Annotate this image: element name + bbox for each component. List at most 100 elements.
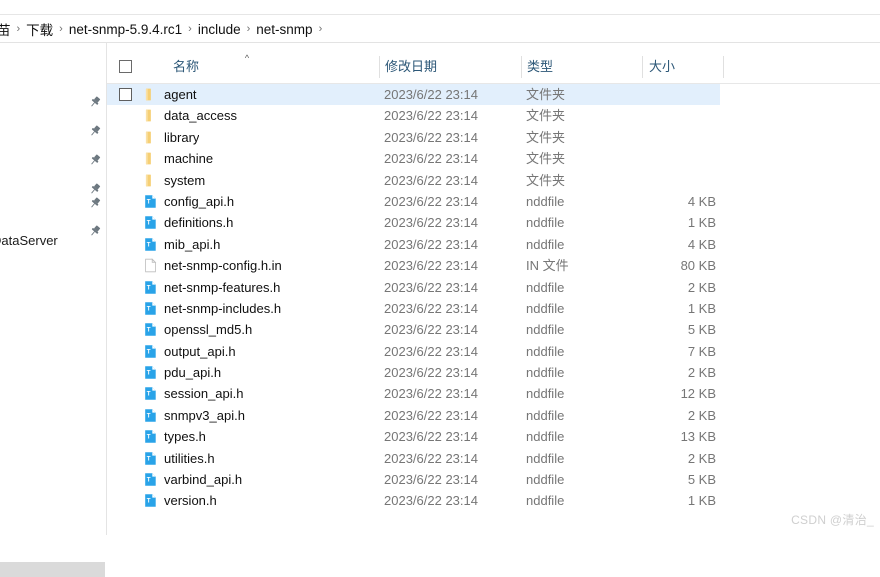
column-header-size[interactable]: 大小 xyxy=(649,51,675,83)
cell-size: 4 KB xyxy=(687,236,716,252)
address-bar-top-divider xyxy=(0,14,880,15)
table-row[interactable]: Tsession_api.h 2023/6/22 23:14 nddfile 12 K… xyxy=(107,383,720,404)
cell-size: 2 KB xyxy=(687,450,716,466)
breadcrumb[interactable]: 苗 › 下载 › net-snmp-5.9.4.rc1 › include › net-snmp… xyxy=(0,16,880,42)
cell-file-name: definitions.h xyxy=(164,215,234,231)
table-row[interactable]: machine 2023/6/22 23:14 文件夹 xyxy=(107,148,720,169)
table-row[interactable]: Ttypes.h 2023/6/22 23:14 nddfile 13 KB xyxy=(107,426,720,447)
cell-file-name: net-snmp-includes.h xyxy=(164,300,282,316)
cell-date-modified: 2023/6/22 23:14 xyxy=(384,429,478,445)
column-header-name[interactable]: 名称 xyxy=(173,51,199,83)
cell-date-modified: 2023/6/22 23:14 xyxy=(384,151,478,167)
cell-type: 文件夹 xyxy=(526,129,566,145)
table-row[interactable]: system 2023/6/22 23:14 文件夹 xyxy=(107,170,720,191)
nav-horizontal-scrollbar-thumb[interactable] xyxy=(0,562,105,577)
cell-type: nddfile xyxy=(526,429,565,445)
pin-icon[interactable] xyxy=(88,124,102,138)
table-row[interactable]: data_access 2023/6/22 23:14 文件夹 xyxy=(107,105,720,126)
table-row[interactable]: Tversion.h 2023/6/22 23:14 nddfile 1 KB xyxy=(107,490,720,511)
cell-size: 1 KB xyxy=(687,215,716,231)
cell-date-modified: 2023/6/22 23:14 xyxy=(384,300,478,316)
table-row[interactable]: net-snmp-config.h.in 2023/6/22 23:14 IN 文件… xyxy=(107,255,720,276)
cell-type: 文件夹 xyxy=(526,172,566,188)
svg-text:T: T xyxy=(147,498,151,505)
cell-size xyxy=(577,148,716,169)
breadcrumb-segment[interactable]: 下载 xyxy=(25,19,54,39)
cell-date-modified: 2023/6/22 23:14 xyxy=(384,215,478,231)
table-row[interactable]: Tmib_api.h 2023/6/22 23:14 nddfile 4 KB xyxy=(107,234,720,255)
column-separator[interactable] xyxy=(379,56,380,78)
cell-file-name: output_api.h xyxy=(164,343,236,359)
cell-size: 7 KB xyxy=(687,343,716,359)
column-separator[interactable] xyxy=(521,56,522,78)
cell-type: nddfile xyxy=(526,300,565,316)
nav-horizontal-scrollbar[interactable] xyxy=(0,562,105,577)
pin-icon[interactable] xyxy=(88,95,102,109)
table-row[interactable]: agent 2023/6/22 23:14 文件夹 xyxy=(107,84,720,106)
breadcrumb-segment[interactable]: 苗 xyxy=(0,19,12,39)
breadcrumb-segment[interactable]: net-snmp xyxy=(255,22,313,37)
svg-text:T: T xyxy=(147,305,151,312)
pin-icon[interactable] xyxy=(88,182,102,196)
cell-file-name: agent xyxy=(164,87,197,102)
cell-date-modified: 2023/6/22 23:14 xyxy=(384,258,478,274)
text-file-icon: T xyxy=(143,408,158,423)
file-list: agent 2023/6/22 23:14 文件夹 data_access 2023/6… xyxy=(107,84,880,512)
cell-size xyxy=(577,127,716,148)
cell-type: nddfile xyxy=(526,407,565,423)
table-row[interactable]: Tnet-snmp-includes.h 2023/6/22 23:14 nddfi… xyxy=(107,298,720,319)
pin-icon[interactable] xyxy=(88,196,102,210)
table-row[interactable]: Toutput_api.h 2023/6/22 23:14 nddfile 7 KB xyxy=(107,341,720,362)
cell-date-modified: 2023/6/22 23:14 xyxy=(384,87,478,102)
table-row[interactable]: Tutilities.h 2023/6/22 23:14 nddfile 2 KB xyxy=(107,448,720,469)
cell-file-name: config_api.h xyxy=(164,193,235,209)
cell-type: nddfile xyxy=(526,450,565,466)
column-separator[interactable] xyxy=(642,56,643,78)
row-checkbox[interactable] xyxy=(119,88,132,101)
watermark: CSDN @清治_ xyxy=(791,513,874,527)
cell-date-modified: 2023/6/22 23:14 xyxy=(384,322,478,338)
cell-size: 12 KB xyxy=(680,386,716,402)
cell-file-name: pdu_api.h xyxy=(164,365,222,381)
pin-icon[interactable] xyxy=(88,224,102,238)
cell-type: 文件夹 xyxy=(526,151,566,167)
breadcrumb-separator-icon: › xyxy=(246,23,251,35)
select-all-checkbox[interactable] xyxy=(119,60,132,73)
cell-date-modified: 2023/6/22 23:14 xyxy=(384,172,478,188)
cell-size: 2 KB xyxy=(687,407,716,423)
text-file-icon: T xyxy=(143,386,158,401)
svg-text:T: T xyxy=(147,284,151,291)
cell-size xyxy=(577,84,716,105)
table-row[interactable]: Tnet-snmp-features.h 2023/6/22 23:14 nddfi… xyxy=(107,277,720,298)
cell-type: nddfile xyxy=(526,279,565,295)
cell-size xyxy=(577,105,716,126)
pin-icon[interactable] xyxy=(88,153,102,167)
svg-text:T: T xyxy=(147,327,151,334)
folder-icon xyxy=(143,173,158,188)
table-row[interactable]: Tvarbind_api.h 2023/6/22 23:14 nddfile 5 KB xyxy=(107,469,720,490)
svg-text:T: T xyxy=(147,476,151,483)
breadcrumb-segment[interactable]: net-snmp-5.9.4.rc1 xyxy=(68,22,183,37)
text-file-icon: T xyxy=(143,493,158,508)
cell-file-name: utilities.h xyxy=(164,450,215,466)
cell-type: nddfile xyxy=(526,322,565,338)
cell-date-modified: 2023/6/22 23:14 xyxy=(384,407,478,423)
table-row[interactable]: Tpdu_api.h 2023/6/22 23:14 nddfile 2 KB xyxy=(107,362,720,383)
breadcrumb-segment[interactable]: include xyxy=(197,22,242,37)
blank-file-icon xyxy=(143,258,158,273)
cell-size: 5 KB xyxy=(687,322,716,338)
cell-size xyxy=(577,170,716,191)
column-header-type[interactable]: 类型 xyxy=(527,51,553,83)
folder-icon xyxy=(143,87,158,102)
cell-file-name: library xyxy=(164,129,200,145)
cell-type: nddfile xyxy=(526,493,565,509)
table-row[interactable]: library 2023/6/22 23:14 文件夹 xyxy=(107,127,720,148)
column-separator[interactable] xyxy=(723,56,724,78)
table-row[interactable]: Topenssl_md5.h 2023/6/22 23:14 nddfile 5 KB xyxy=(107,319,720,340)
cell-size: 5 KB xyxy=(687,472,716,488)
table-row[interactable]: Tconfig_api.h 2023/6/22 23:14 nddfile 4 KB xyxy=(107,191,720,212)
table-row[interactable]: Tsnmpv3_api.h 2023/6/22 23:14 nddfile 2 KB xyxy=(107,405,720,426)
nav-item-dataserver-label[interactable]: DataServer xyxy=(0,233,58,248)
table-row[interactable]: Tdefinitions.h 2023/6/22 23:14 nddfile 1 KB xyxy=(107,212,720,233)
column-header-date-modified[interactable]: 修改日期 xyxy=(385,51,437,83)
